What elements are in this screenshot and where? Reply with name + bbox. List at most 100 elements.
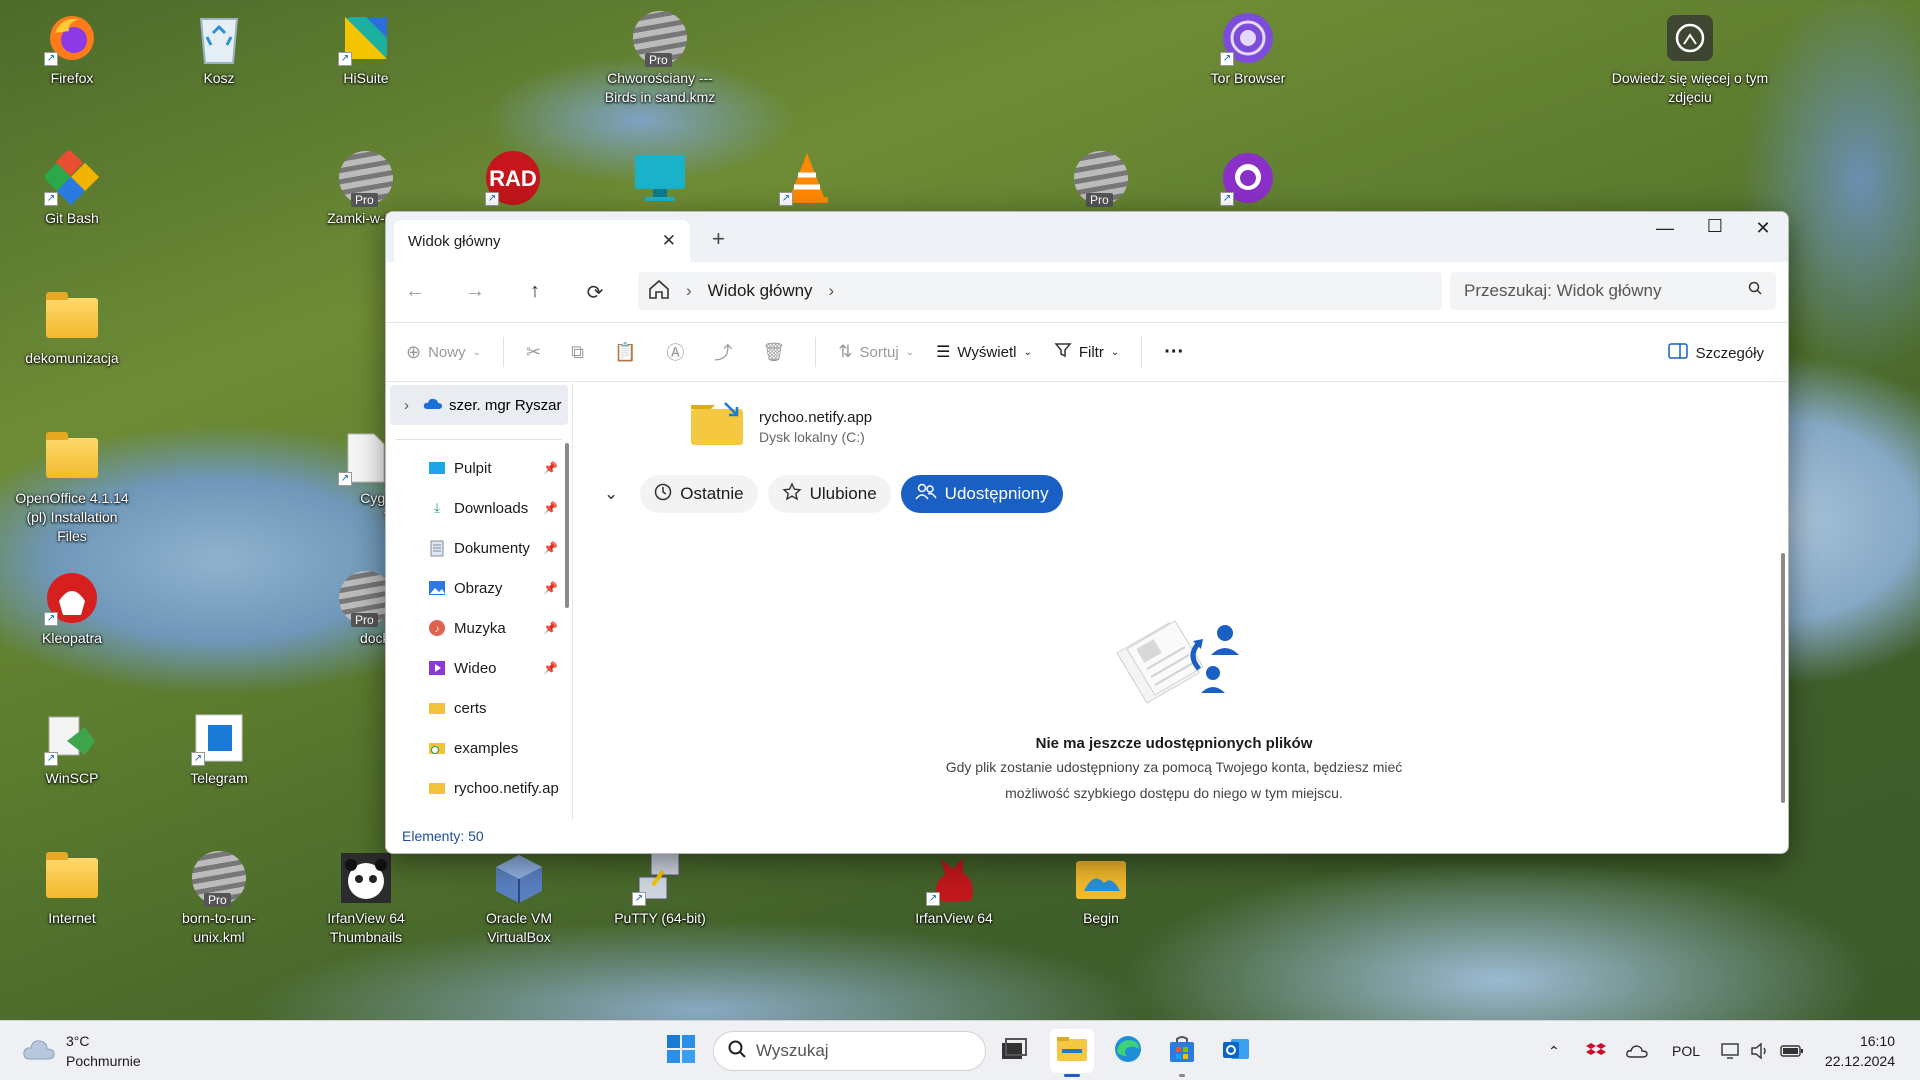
address-bar[interactable]: › Widok główny ›	[638, 272, 1442, 310]
refresh-button[interactable]: ⟳	[580, 280, 610, 305]
desktop-icon-dekomunizacja[interactable]: dekomunizacja	[13, 290, 131, 368]
copy-icon[interactable]: ⧉	[571, 342, 584, 363]
filter-funnel-icon	[1054, 341, 1072, 363]
pin-icon[interactable]: 📌	[543, 541, 558, 555]
sidebar-item-wideo[interactable]: Wideo 📌	[386, 648, 572, 688]
sidebar-item-dokumenty[interactable]: Dokumenty 📌	[386, 528, 572, 568]
breadcrumb-chevron-icon[interactable]: ›	[686, 281, 692, 301]
sidebar-item-obrazy[interactable]: Obrazy 📌	[386, 568, 572, 608]
content-scrollbar[interactable]	[1781, 553, 1785, 803]
desktop-icon-internet[interactable]: Internet	[13, 850, 131, 928]
rename-icon[interactable]: Ⓐ	[666, 339, 684, 365]
pin-icon[interactable]: 📌	[543, 501, 558, 515]
sidebar-item-label: Dokumenty	[454, 539, 530, 557]
breadcrumb-chevron-icon[interactable]: ›	[829, 281, 835, 301]
taskbar-app-outlook[interactable]	[1214, 1029, 1258, 1073]
back-button[interactable]: ←	[400, 280, 430, 303]
home-icon[interactable]	[648, 279, 670, 304]
taskbar-app-task-view[interactable]	[992, 1029, 1036, 1073]
forward-button[interactable]: →	[460, 280, 490, 303]
sidebar-item-downloads[interactable]: ⤓ Downloads 📌	[386, 488, 572, 528]
filter-button[interactable]: Filtr ⌄	[1054, 341, 1119, 363]
desktop-icon-openoffice[interactable]: OpenOffice 4.1.14 (pl) Installation File…	[13, 430, 131, 546]
desktop-icon-earth-pro[interactable]: Pro	[1042, 150, 1160, 207]
sort-button[interactable]: ⇅ Sortuj ⌄	[838, 342, 914, 362]
desktop-icon-irfanview[interactable]: ↗ IrfanView 64	[895, 850, 1013, 928]
view-button[interactable]: ☰ Wyświetl ⌄	[936, 342, 1032, 362]
sidebar-item-rychoo[interactable]: rychoo.netify.ap	[386, 768, 572, 808]
desktop-icon-tor-browser[interactable]: ↗ Tor Browser	[1189, 10, 1307, 88]
desktop-icon-git-bash[interactable]: ↗ Git Bash	[13, 150, 131, 228]
paste-icon[interactable]: 📋	[614, 342, 636, 363]
desktop-icon-monitor[interactable]	[601, 150, 719, 206]
volume-icon[interactable]	[1750, 1021, 1770, 1080]
sidebar-item-examples[interactable]: examples	[386, 728, 572, 768]
system-clock[interactable]: 16:10 22.12.2024	[1825, 1031, 1895, 1071]
recent-folder-item[interactable]: rychoo.netify.app Dysk lokalny (C:)	[689, 401, 872, 452]
desktop-icon-firefox[interactable]: ↗ Firefox	[13, 10, 131, 88]
pill-ulubione[interactable]: Ulubione	[767, 475, 891, 513]
share-icon[interactable]: ⤴	[714, 339, 732, 365]
sidebar-item-certs[interactable]: certs	[386, 688, 572, 728]
onedrive-cloud-icon	[423, 397, 443, 414]
windows-logo-icon	[666, 1034, 696, 1069]
outlook-icon	[1221, 1034, 1251, 1069]
search-box[interactable]: Przeszukaj: Widok główny	[1450, 272, 1776, 310]
desktop-icon-github[interactable]: ↗	[1189, 150, 1307, 206]
desktop-icon-telegram[interactable]: ↗ Telegram	[160, 710, 278, 788]
search-placeholder: Przeszukaj: Widok główny	[1464, 281, 1662, 300]
pin-icon[interactable]: 📌	[543, 461, 558, 475]
network-icon[interactable]	[1720, 1021, 1742, 1080]
desktop-icon-kleopatra[interactable]: ↗ Kleopatra	[13, 570, 131, 648]
pin-icon[interactable]: 📌	[543, 621, 558, 635]
maximize-button[interactable]: ☐	[1692, 216, 1738, 237]
close-tab-icon[interactable]: ✕	[662, 231, 676, 251]
close-window-button[interactable]: ✕	[1740, 218, 1786, 239]
pill-label: Ulubione	[809, 484, 877, 503]
taskbar-app-file-explorer[interactable]	[1050, 1029, 1094, 1077]
pill-udostepniony[interactable]: Udostępniony	[900, 475, 1063, 513]
cut-icon[interactable]: ✂	[526, 342, 541, 363]
collapse-chevron-icon[interactable]: ⌄	[604, 484, 618, 504]
desktop-icon-birds-kmz[interactable]: Pro Chworościany --- Birds in sand.kmz	[601, 10, 719, 107]
desktop-icon-born-to-run[interactable]: Pro born-to-run-unix.kml	[160, 850, 278, 947]
taskbar-app-store[interactable]	[1160, 1029, 1204, 1077]
breadcrumb-location[interactable]: Widok główny	[708, 281, 813, 301]
desktop-icon-vlc[interactable]: ↗	[748, 150, 866, 206]
desktop-icon-rad[interactable]: RAD ↗	[454, 150, 572, 206]
tab-widok-glowny[interactable]: Widok główny ✕	[394, 220, 690, 262]
taskbar-search[interactable]: Wyszukaj	[713, 1031, 986, 1071]
sidebar-item-pulpit[interactable]: Pulpit 📌	[386, 448, 572, 488]
show-hidden-icons-chevron-icon[interactable]: ⌃	[1548, 1021, 1560, 1080]
desktop-icon-begin[interactable]: Begin	[1042, 850, 1160, 928]
pin-icon[interactable]: 📌	[543, 581, 558, 595]
start-button[interactable]	[659, 1029, 703, 1073]
language-indicator[interactable]: POL	[1672, 1021, 1700, 1080]
pin-icon[interactable]: 📌	[543, 661, 558, 675]
onedrive-tray-icon[interactable]	[1626, 1021, 1648, 1080]
desktop-icon-kosz[interactable]: Kosz	[160, 10, 278, 88]
desktop-icon-learn-more[interactable]: Dowiedz się więcej o tym zdjęciu	[1600, 10, 1780, 107]
minimize-button[interactable]: —	[1642, 218, 1688, 239]
sidebar-item-muzyka[interactable]: ♪ Muzyka 📌	[386, 608, 572, 648]
desktop-icon-irfanview-thumbs[interactable]: IrfanView 64 Thumbnails	[307, 850, 425, 947]
dropbox-tray-icon[interactable]	[1586, 1021, 1606, 1080]
desktop-icon-putty[interactable]: ↗ PuTTY (64-bit)	[601, 850, 719, 928]
pill-ostatnie[interactable]: Ostatnie	[640, 475, 758, 513]
battery-icon[interactable]	[1780, 1021, 1804, 1080]
up-button[interactable]: ↑	[520, 280, 550, 303]
taskbar-app-edge[interactable]	[1106, 1029, 1150, 1073]
taskbar-search-placeholder: Wyszukaj	[756, 1041, 829, 1060]
cloud-icon	[22, 1037, 56, 1066]
weather-widget[interactable]: 3°C Pochmurnie	[22, 1031, 141, 1071]
new-button[interactable]: ⊕ Nowy ⌄	[406, 342, 481, 363]
sidebar-item-onedrive[interactable]: › szer. mgr Ryszar	[390, 385, 568, 425]
delete-icon[interactable]: 🗑	[762, 342, 785, 363]
expand-chevron-icon[interactable]: ›	[404, 397, 409, 414]
details-pane-button[interactable]: Szczegóły	[1667, 343, 1764, 363]
new-tab-button[interactable]: +	[712, 226, 725, 252]
desktop-icon-hisuite[interactable]: ↗ HiSuite	[307, 10, 425, 88]
more-options-button[interactable]: ···	[1164, 341, 1184, 364]
desktop-icon-virtualbox[interactable]: Oracle VM VirtualBox	[454, 850, 584, 947]
desktop-icon-winscp[interactable]: ↗ WinSCP	[13, 710, 131, 788]
